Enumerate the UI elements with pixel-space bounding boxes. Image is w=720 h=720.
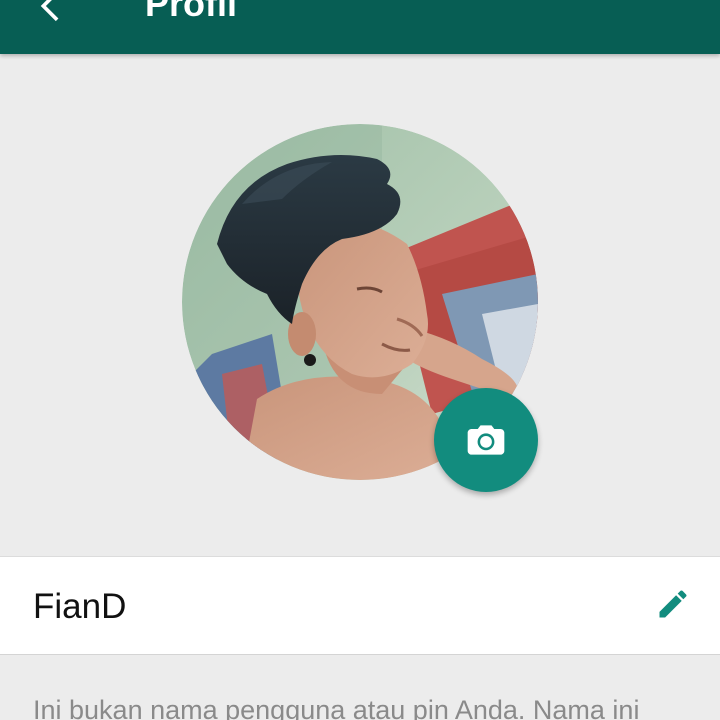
profile-name: FianD (33, 587, 127, 626)
pencil-icon (659, 590, 687, 618)
arrow-back-icon (40, 0, 59, 22)
camera-icon (467, 425, 505, 455)
back-button[interactable] (26, 0, 74, 30)
profile-screen: Profil FianD Ini bukan nama pengguna ata… (0, 0, 720, 720)
change-photo-button[interactable] (434, 388, 538, 492)
name-row[interactable]: FianD (0, 556, 720, 655)
app-bar: Profil (0, 0, 720, 54)
edit-name-button[interactable] (648, 579, 698, 629)
page-title: Profil (145, 0, 238, 24)
name-helper-text: Ini bukan nama pengguna atau pin Anda. N… (33, 695, 640, 720)
